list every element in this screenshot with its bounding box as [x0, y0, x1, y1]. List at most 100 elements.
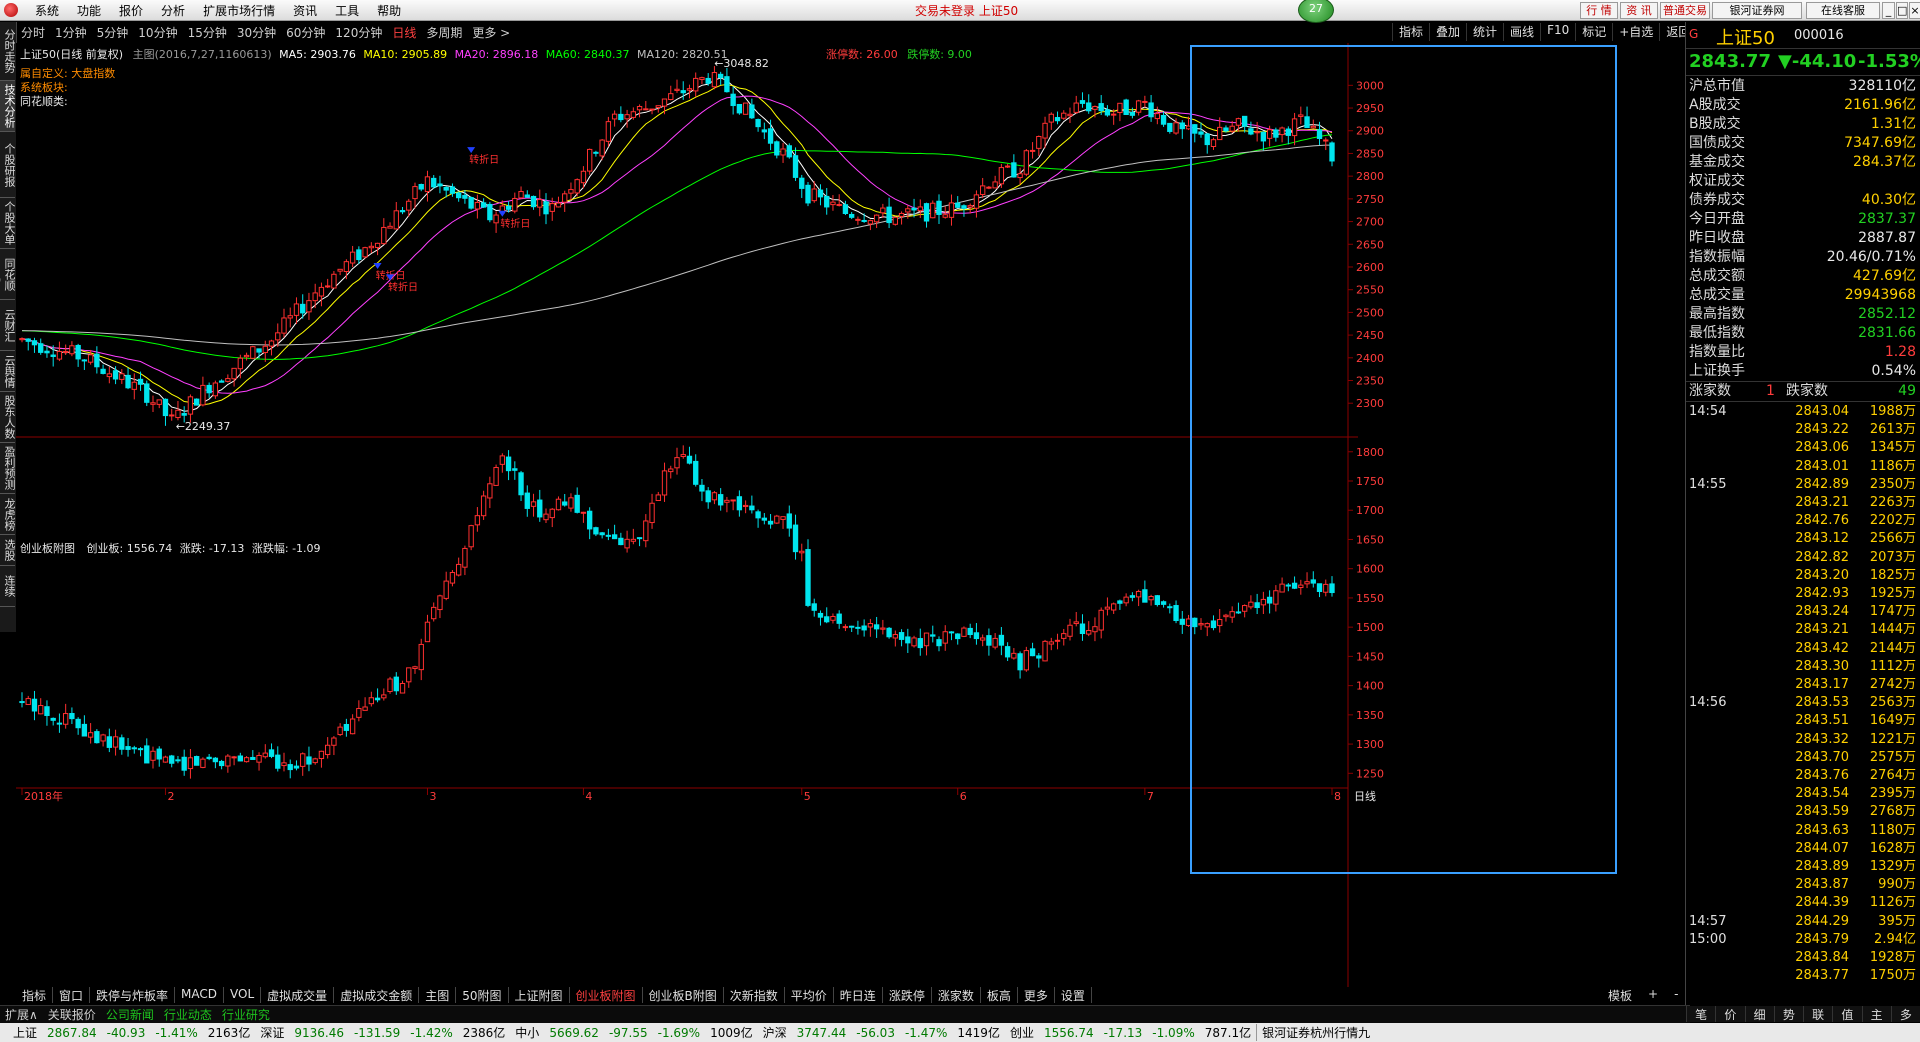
- status-item-4[interactable]: 行业研究: [217, 1006, 275, 1023]
- kline-chart-area[interactable]: 3000 2950 2900 2850 2800 2750 2700 2650 2600 2550…: [16, 43, 1685, 987]
- menu-item-tools[interactable]: 工具: [326, 2, 368, 19]
- vtab-9[interactable]: 龙虎榜: [0, 494, 15, 535]
- ticker-3-name[interactable]: 沪深: [758, 1024, 792, 1041]
- zoom-in-button[interactable]: +: [1640, 987, 1666, 1003]
- candle-body: [112, 370, 119, 380]
- ticker-4-name[interactable]: 创业: [1005, 1024, 1039, 1041]
- period-tab-7[interactable]: 120分钟: [330, 24, 387, 41]
- indicator-tab-12[interactable]: 次新指数: [724, 987, 785, 1003]
- tick-row: 2843.42 2144万: [1686, 640, 1918, 658]
- panel-tab-0[interactable]: 笔: [1686, 1006, 1715, 1022]
- indicator-tab-7[interactable]: 主图: [419, 987, 457, 1003]
- status-item-2[interactable]: 公司新闻: [101, 1006, 159, 1023]
- news-button[interactable]: 资 讯: [1620, 2, 1658, 19]
- template-button[interactable]: 模板: [1600, 987, 1640, 1003]
- indicator-tab-3[interactable]: MACD: [175, 987, 225, 1003]
- chart-tool-5[interactable]: 标记: [1575, 23, 1612, 41]
- broker-site-button[interactable]: 银河证券网: [1712, 2, 1802, 19]
- vtab-7[interactable]: 股东人数: [0, 392, 15, 443]
- chart-tool-1[interactable]: 叠加: [1429, 23, 1466, 41]
- period-tab-3[interactable]: 10分钟: [133, 24, 182, 41]
- trade-button[interactable]: 普通交易: [1660, 2, 1710, 19]
- menu-item-analysis[interactable]: 分析: [152, 2, 194, 19]
- vtab-5[interactable]: 云财汇: [0, 300, 15, 351]
- minimize-button[interactable]: _: [1882, 2, 1895, 19]
- chart-tool-0[interactable]: 指标: [1392, 23, 1429, 41]
- maximize-button[interactable]: □: [1896, 2, 1908, 19]
- indicator-tab-17[interactable]: 板高: [981, 987, 1018, 1003]
- message-count-badge[interactable]: 27: [1298, 0, 1334, 23]
- ticker-1-name[interactable]: 深证: [255, 1024, 289, 1041]
- indicator-tab-13[interactable]: 平均价: [785, 987, 834, 1003]
- status-item-3[interactable]: 行业动态: [159, 1006, 217, 1023]
- panel-tab-2[interactable]: 细: [1744, 1006, 1774, 1022]
- menu-item-quote[interactable]: 报价: [110, 2, 152, 19]
- stat-value: 2831.66: [1858, 325, 1916, 341]
- chart-tool-6[interactable]: +自选: [1612, 23, 1659, 41]
- indicator-tab-6[interactable]: 虚拟成交金额: [334, 987, 420, 1003]
- quote-button[interactable]: 行 情: [1580, 2, 1618, 19]
- indicator-tab-11[interactable]: 创业板B附图: [643, 987, 724, 1003]
- menu-item-news[interactable]: 资讯: [284, 2, 326, 19]
- indicator-tab-4[interactable]: VOL: [224, 987, 262, 1003]
- ma10-label: MA10: 2905.89: [363, 48, 448, 61]
- panel-tab-6[interactable]: 主: [1861, 1006, 1891, 1022]
- period-tab-0[interactable]: 分时: [16, 24, 50, 41]
- period-tab-2[interactable]: 5分钟: [92, 24, 134, 41]
- indicator-tab-8[interactable]: 50附图: [456, 987, 509, 1003]
- candle-body: [524, 194, 530, 198]
- period-tab-6[interactable]: 60分钟: [281, 24, 330, 41]
- stat-row-11: 总成交量 29943968: [1686, 286, 1918, 305]
- vtab-2[interactable]: 个股研报: [0, 132, 15, 198]
- panel-tab-4[interactable]: 联: [1803, 1006, 1832, 1022]
- menu-item-function[interactable]: 功能: [68, 2, 110, 19]
- status-item-0[interactable]: 扩展∧: [0, 1006, 43, 1023]
- chart-tool-4[interactable]: F10: [1540, 23, 1575, 41]
- indicator-tab-16[interactable]: 涨家数: [932, 987, 981, 1003]
- period-tab-10[interactable]: 更多 >: [467, 24, 515, 41]
- vtab-1[interactable]: 技术分析: [0, 81, 15, 132]
- candle-body: [368, 245, 375, 249]
- panel-tab-1[interactable]: 价: [1715, 1006, 1744, 1022]
- period-tab-4[interactable]: 15分钟: [183, 24, 232, 41]
- panel-tab-5[interactable]: 值: [1832, 1006, 1861, 1022]
- tick-price: 2842.89: [1795, 476, 1849, 492]
- vtab-0[interactable]: 分时走势: [0, 22, 15, 81]
- vtab-4[interactable]: 同花顺10: [0, 249, 15, 300]
- close-icon[interactable]: ×: [1909, 2, 1920, 19]
- menu-item-ext-market[interactable]: 扩展市场行情: [194, 2, 284, 19]
- period-tab-1[interactable]: 1分钟: [50, 24, 92, 41]
- indicator-tab-10[interactable]: 创业板附图: [570, 987, 643, 1003]
- vtab-10[interactable]: 选股: [0, 535, 15, 566]
- menu-item-system[interactable]: 系统: [26, 2, 68, 19]
- period-tab-8[interactable]: 日线: [387, 24, 421, 41]
- indicator-tab-9[interactable]: 上证附图: [509, 987, 570, 1003]
- period-tab-5[interactable]: 30分钟: [232, 24, 281, 41]
- zoom-out-button[interactable]: -: [1666, 987, 1686, 1003]
- chart-tool-2[interactable]: 统计: [1466, 23, 1503, 41]
- period-tab-9[interactable]: 多周期: [421, 24, 467, 41]
- indicator-tab-0[interactable]: 指标: [16, 987, 54, 1003]
- vtab-11[interactable]: 连续: [0, 566, 15, 607]
- indicator-tab-15[interactable]: 涨跌停: [883, 987, 932, 1003]
- online-service-button[interactable]: 在线客服: [1806, 2, 1880, 19]
- ticker-0-name[interactable]: 上证: [8, 1024, 42, 1041]
- indicator-tab-1[interactable]: 窗口: [53, 987, 91, 1003]
- status-item-1[interactable]: 关联报价: [43, 1006, 101, 1023]
- ticker-2-name[interactable]: 中小: [510, 1024, 544, 1041]
- vtab-6[interactable]: 云舆情: [0, 351, 15, 392]
- candle-body: [705, 490, 711, 503]
- panel-tab-3[interactable]: 势: [1773, 1006, 1803, 1022]
- menu-item-help[interactable]: 帮助: [368, 2, 410, 19]
- vtab-3[interactable]: 个股大单: [0, 198, 15, 249]
- vtab-8[interactable]: 盈利预测: [0, 443, 15, 494]
- candle-body: [755, 511, 761, 519]
- indicator-tab-14[interactable]: 昨日连: [834, 987, 883, 1003]
- indicator-tab-18[interactable]: 更多: [1018, 987, 1055, 1003]
- indicator-tab-19[interactable]: 设置: [1055, 987, 1092, 1003]
- chart-tool-3[interactable]: 画线: [1503, 23, 1540, 41]
- candle-body: [923, 632, 930, 647]
- indicator-tab-2[interactable]: 跌停与炸板率: [90, 987, 176, 1003]
- panel-tab-7[interactable]: 多: [1890, 1006, 1920, 1022]
- indicator-tab-5[interactable]: 虚拟成交量: [261, 987, 335, 1003]
